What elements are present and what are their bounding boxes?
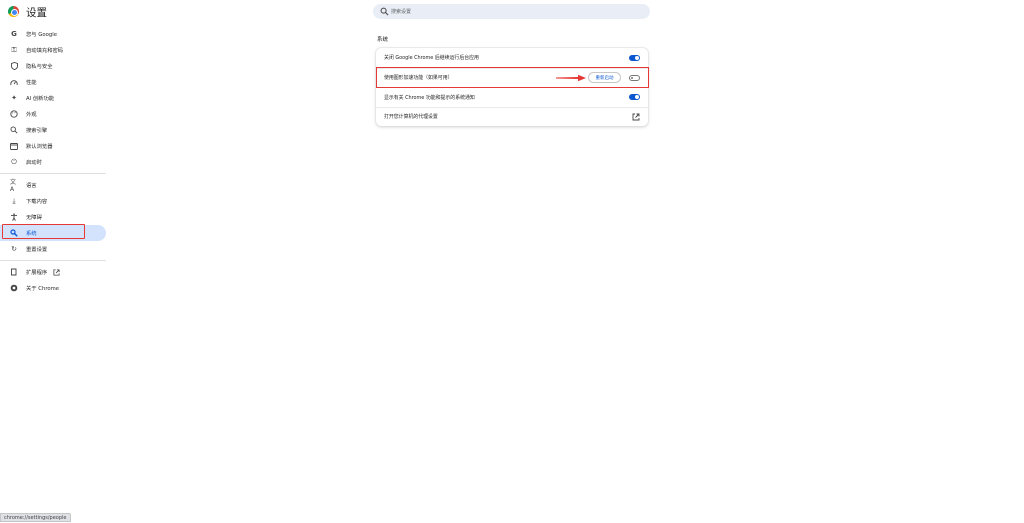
sidebar-item-about-chrome[interactable]: 关于 Chrome bbox=[0, 280, 106, 296]
arrow-annotation-icon bbox=[556, 74, 586, 82]
section-title: 系统 bbox=[377, 35, 388, 43]
sidebar-item-label: 重置设置 bbox=[26, 245, 47, 253]
sidebar-item-default-browser[interactable]: 默认浏览器 bbox=[0, 138, 106, 154]
sidebar-item-label: 搜索引擎 bbox=[26, 126, 47, 134]
sidebar-item-you-and-google[interactable]: G 您与 Google bbox=[0, 26, 106, 42]
settings-header: 设置 bbox=[0, 0, 1024, 24]
sidebar-item-accessibility[interactable]: 无障碍 bbox=[0, 209, 106, 225]
puzzle-icon bbox=[10, 268, 18, 276]
search-input[interactable] bbox=[391, 4, 641, 19]
sidebar-item-label: 性能 bbox=[26, 78, 37, 86]
sidebar-item-label: AI 创新功能 bbox=[26, 94, 54, 102]
search-icon bbox=[380, 7, 389, 16]
sidebar-item-appearance[interactable]: 外观 bbox=[0, 106, 106, 122]
sidebar-item-label: 您与 Google bbox=[26, 30, 57, 38]
sidebar-item-privacy[interactable]: 隐私与安全 bbox=[0, 58, 106, 74]
row-proxy-settings[interactable]: 打开您计算机的代理设置 bbox=[376, 107, 648, 127]
sidebar-item-label: 默认浏览器 bbox=[26, 142, 53, 150]
sidebar-item-label: 关于 Chrome bbox=[26, 284, 59, 292]
sidebar-item-label: 隐私与安全 bbox=[26, 62, 53, 70]
sidebar-item-extensions[interactable]: 扩展程序 bbox=[0, 264, 106, 280]
status-bar-url: chrome://settings/people bbox=[0, 513, 71, 522]
sidebar-item-languages[interactable]: 文A 语言 bbox=[0, 177, 106, 193]
row-label: 关闭 Google Chrome 后继续运行后台应用 bbox=[384, 54, 479, 61]
sidebar-item-reset[interactable]: ↻ 重置设置 bbox=[0, 241, 106, 257]
accessibility-icon bbox=[10, 213, 18, 221]
google-icon: G bbox=[10, 30, 18, 38]
page-title: 设置 bbox=[26, 5, 47, 20]
row-label: 显示有关 Chrome 功能和提示的系统通知 bbox=[384, 94, 475, 101]
sidebar-item-label: 下载内容 bbox=[26, 197, 47, 205]
system-notifications-toggle[interactable] bbox=[629, 94, 640, 100]
reset-icon: ↻ bbox=[10, 245, 18, 253]
sidebar: G 您与 Google ⚿ 自动填充和密码 隐私与安全 性能 ✦ AI 创新功能… bbox=[0, 26, 110, 296]
sidebar-item-label: 语言 bbox=[26, 181, 37, 189]
sidebar-item-autofill[interactable]: ⚿ 自动填充和密码 bbox=[0, 42, 106, 58]
search-bar[interactable] bbox=[373, 4, 650, 19]
external-link-icon[interactable] bbox=[632, 113, 640, 121]
sidebar-item-downloads[interactable]: ⤓ 下载内容 bbox=[0, 193, 106, 209]
highlight-box bbox=[376, 67, 649, 88]
sidebar-divider bbox=[0, 173, 106, 174]
sidebar-item-label: 启动时 bbox=[26, 158, 42, 166]
sparkle-icon: ✦ bbox=[10, 94, 18, 102]
sidebar-item-label: 扩展程序 bbox=[26, 268, 47, 276]
row-background-apps[interactable]: 关闭 Google Chrome 后继续运行后台应用 bbox=[376, 48, 648, 68]
sidebar-item-on-startup[interactable]: ⏻ 启动时 bbox=[0, 154, 106, 170]
row-label: 打开您计算机的代理设置 bbox=[384, 113, 438, 120]
palette-icon bbox=[10, 110, 18, 118]
power-icon: ⏻ bbox=[10, 158, 18, 166]
shield-icon bbox=[10, 62, 18, 70]
sidebar-item-performance[interactable]: 性能 bbox=[0, 74, 106, 90]
translate-icon: 文A bbox=[10, 181, 18, 189]
sidebar-item-ai[interactable]: ✦ AI 创新功能 bbox=[0, 90, 106, 106]
chrome-icon bbox=[10, 284, 18, 292]
row-system-notifications[interactable]: 显示有关 Chrome 功能和提示的系统通知 bbox=[376, 87, 648, 107]
sidebar-item-search-engine[interactable]: 搜索引擎 bbox=[0, 122, 106, 138]
search-icon bbox=[10, 126, 18, 134]
chrome-logo-icon bbox=[8, 6, 19, 17]
sidebar-item-label: 无障碍 bbox=[26, 213, 42, 221]
sidebar-divider bbox=[0, 260, 106, 261]
download-icon: ⤓ bbox=[10, 197, 18, 205]
external-link-icon bbox=[53, 269, 60, 276]
sidebar-item-label: 自动填充和密码 bbox=[26, 46, 63, 54]
speedometer-icon bbox=[10, 78, 18, 86]
browser-icon bbox=[10, 142, 18, 150]
background-apps-toggle[interactable] bbox=[629, 55, 640, 61]
highlight-box bbox=[2, 224, 85, 239]
sidebar-item-label: 外观 bbox=[26, 110, 37, 118]
key-icon: ⚿ bbox=[10, 46, 18, 54]
